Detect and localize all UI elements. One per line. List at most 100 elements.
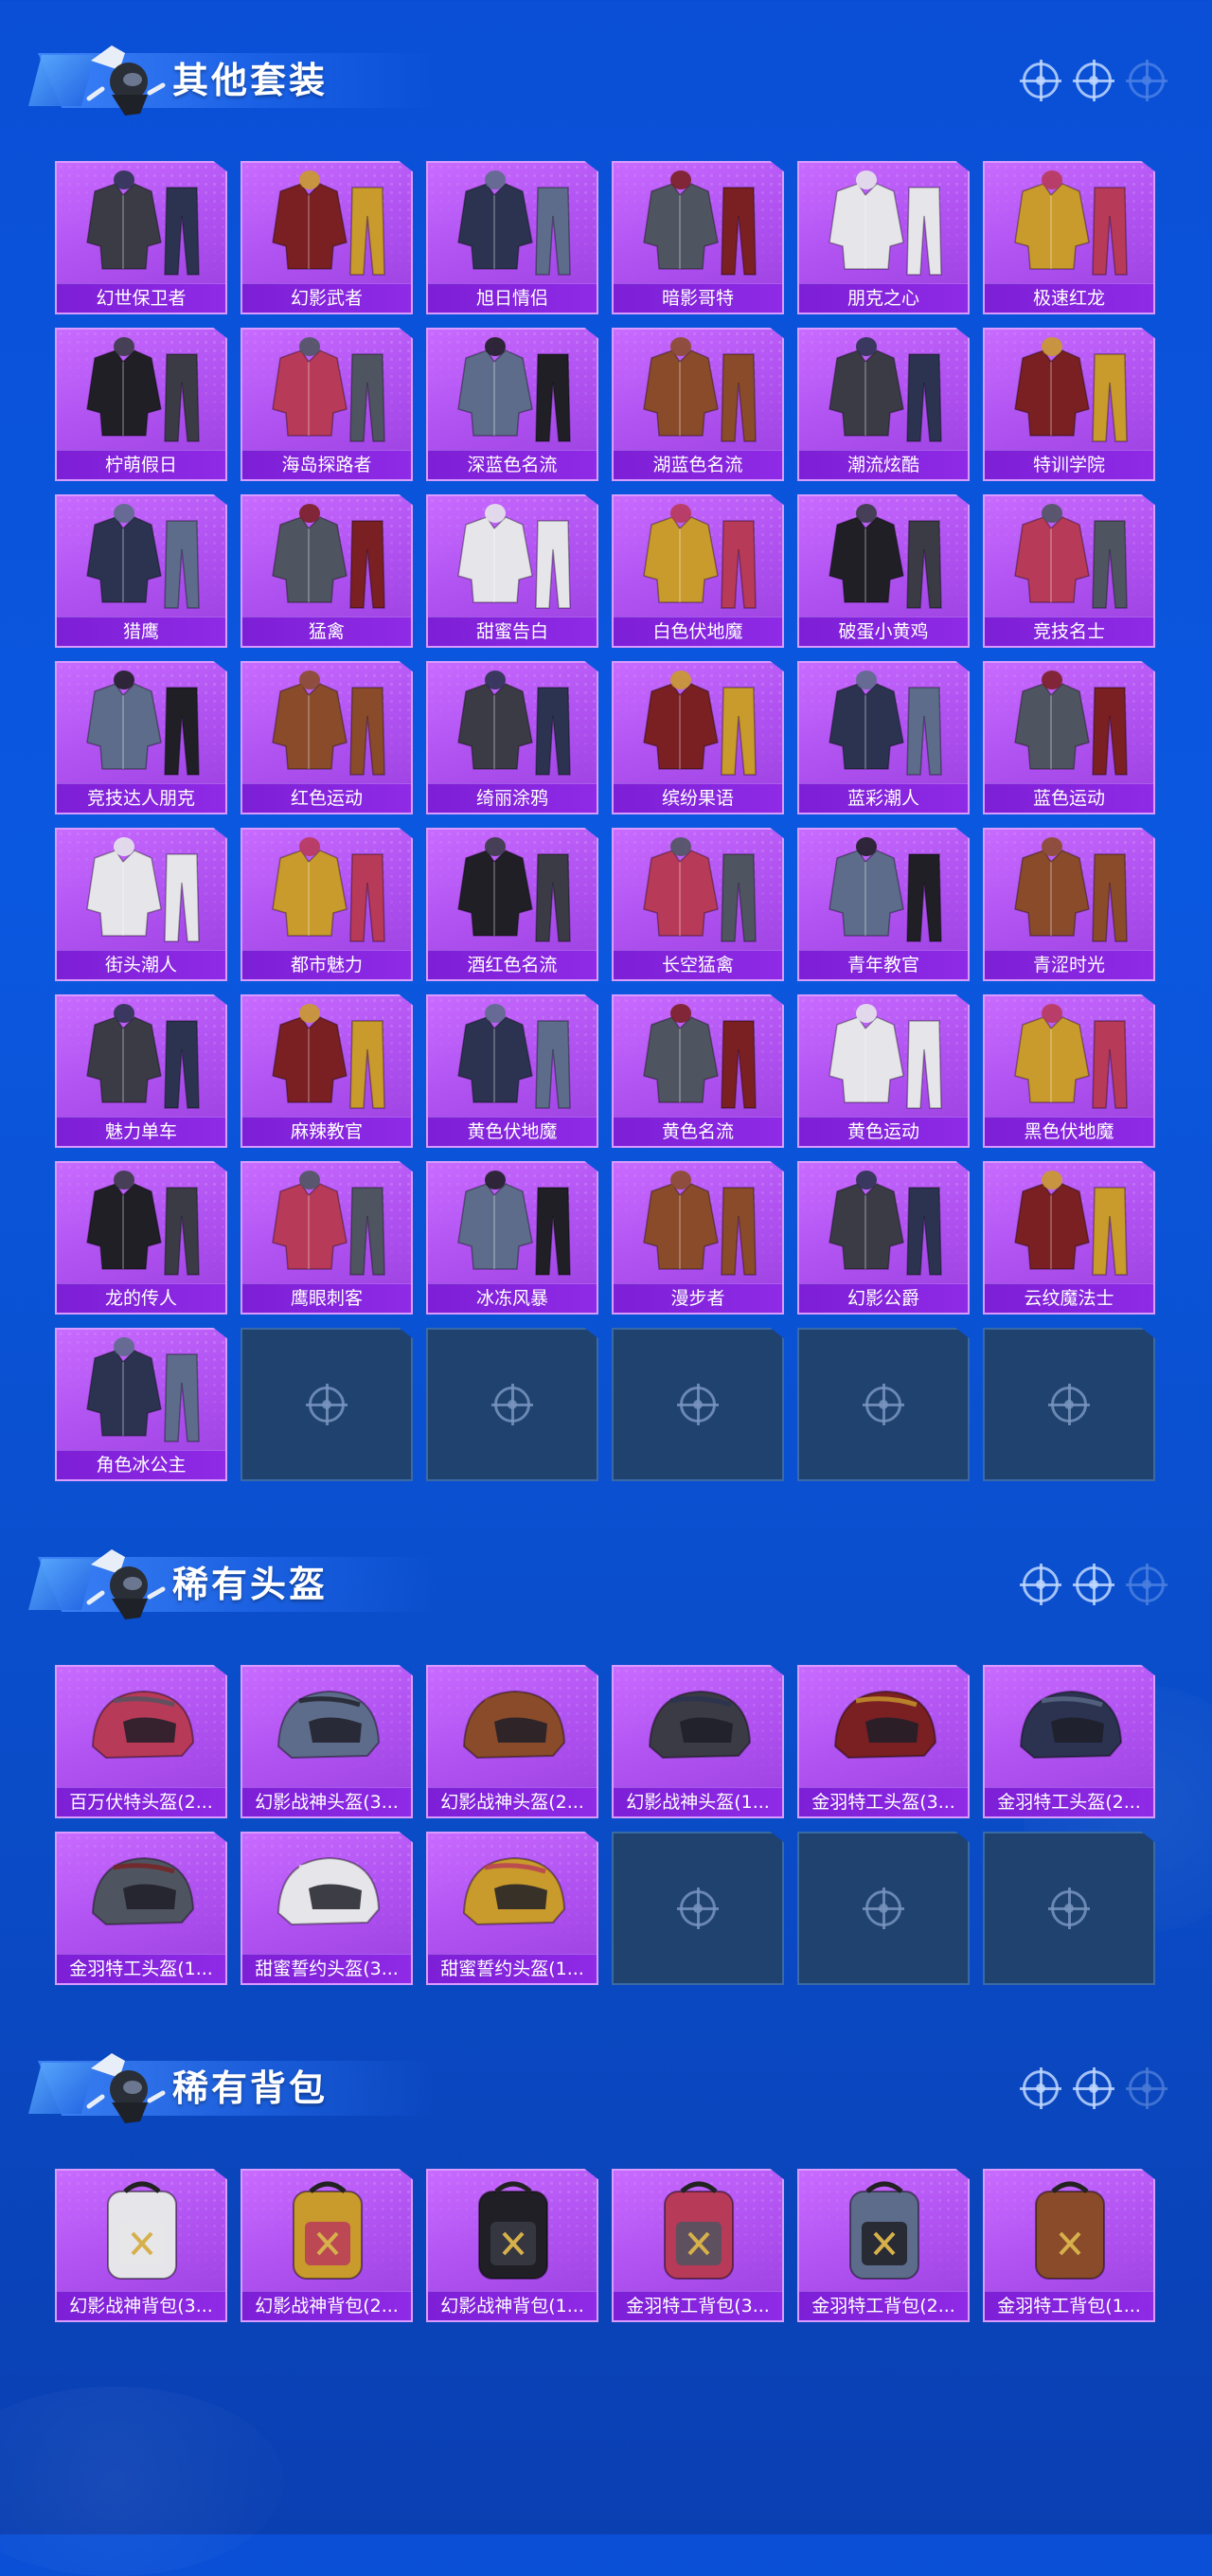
item-card[interactable]: 黑色伏地魔 — [983, 994, 1155, 1148]
item-card[interactable]: 云纹魔法士 — [983, 1161, 1155, 1315]
item-card[interactable]: 海岛探路者 — [241, 328, 413, 481]
item-card[interactable]: 旭日情侣 — [426, 161, 598, 314]
item-label: 金羽特工头盔(2... — [985, 1787, 1153, 1816]
item-card[interactable]: 破蛋小黄鸡 — [797, 494, 970, 648]
item-card[interactable]: 甜蜜誓约头盔(1... — [426, 1832, 598, 1985]
item-card[interactable]: 金羽特工背包(3... — [612, 2169, 784, 2322]
item-card[interactable]: 潮流炫酷 — [797, 328, 970, 481]
item-card[interactable]: 深蓝色名流 — [426, 328, 598, 481]
item-card[interactable]: 湖蓝色名流 — [612, 328, 784, 481]
section-header: 稀有背包 — [28, 2034, 1167, 2138]
item-card[interactable]: 鹰眼刺客 — [241, 1161, 413, 1315]
crosshair-icon — [863, 1887, 904, 1929]
item-card[interactable]: 缤纷果语 — [612, 661, 784, 814]
item-card[interactable]: 竞技达人朋克 — [55, 661, 227, 814]
item-label: 蓝色运动 — [985, 783, 1153, 813]
item-label: 红色运动 — [242, 783, 411, 813]
item-label: 潮流炫酷 — [799, 450, 968, 479]
item-label: 漫步者 — [614, 1283, 782, 1313]
item-card[interactable]: 酒红色名流 — [426, 828, 598, 981]
backpack-image — [664, 2181, 734, 2280]
outfit-image — [86, 1337, 200, 1442]
item-card[interactable]: 蓝彩潮人 — [797, 661, 970, 814]
item-card[interactable]: 冰冻风暴 — [426, 1161, 598, 1315]
item-card[interactable]: 猎鹰 — [55, 494, 227, 648]
item-card[interactable]: 黄色伏地魔 — [426, 994, 598, 1148]
crosshair-icon — [863, 1384, 904, 1425]
item-label: 麻辣教官 — [242, 1117, 411, 1146]
outfit-image — [86, 1004, 200, 1109]
empty-slot — [426, 1328, 598, 1481]
item-card[interactable]: 漫步者 — [612, 1161, 784, 1315]
item-card[interactable]: 竞技名士 — [983, 494, 1155, 648]
outfit-image — [457, 1004, 571, 1109]
item-card[interactable]: 金羽特工头盔(1... — [55, 1832, 227, 1985]
item-label: 黑色伏地魔 — [985, 1117, 1153, 1146]
helmet-image — [462, 1690, 566, 1760]
crosshair-icon — [1126, 60, 1167, 101]
item-card[interactable]: 金羽特工背包(2... — [797, 2169, 970, 2322]
crosshair-icon — [677, 1887, 719, 1929]
item-card[interactable]: 暗影哥特 — [612, 161, 784, 314]
item-card[interactable]: 幻影战神头盔(3... — [241, 1665, 413, 1818]
item-card[interactable]: 街头潮人 — [55, 828, 227, 981]
item-card[interactable]: 绮丽涂鸦 — [426, 661, 598, 814]
item-label: 黄色名流 — [614, 1117, 782, 1146]
item-label: 蓝彩潮人 — [799, 783, 968, 813]
item-card[interactable]: 金羽特工背包(1... — [983, 2169, 1155, 2322]
item-card[interactable]: 百万伏特头盔(2... — [55, 1665, 227, 1818]
item-card[interactable]: 长空猛禽 — [612, 828, 784, 981]
item-label: 黄色伏地魔 — [428, 1117, 597, 1146]
outfit-image — [643, 170, 757, 276]
item-label: 冰冻风暴 — [428, 1283, 597, 1313]
backpack-image — [478, 2181, 548, 2280]
item-card[interactable]: 金羽特工头盔(2... — [983, 1665, 1155, 1818]
parachute-character-icon — [74, 2040, 169, 2135]
helmet-image — [462, 1856, 566, 1926]
item-card[interactable]: 幻影公爵 — [797, 1161, 970, 1315]
outfit-image — [86, 671, 200, 776]
item-card[interactable]: 朋克之心 — [797, 161, 970, 314]
item-label: 特训学院 — [985, 450, 1153, 479]
item-card[interactable]: 都市魅力 — [241, 828, 413, 981]
item-card[interactable]: 幻影战神背包(1... — [426, 2169, 598, 2322]
item-card[interactable]: 极速红龙 — [983, 161, 1155, 314]
item-label: 幻影战神头盔(1... — [614, 1787, 782, 1816]
item-card[interactable]: 青年教官 — [797, 828, 970, 981]
item-card[interactable]: 幻影战神头盔(2... — [426, 1665, 598, 1818]
outfit-image — [1014, 170, 1128, 276]
outfit-image — [1014, 504, 1128, 609]
item-card[interactable]: 甜蜜誓约头盔(3... — [241, 1832, 413, 1985]
item-label: 极速红龙 — [985, 283, 1153, 313]
item-label: 金羽特工背包(3... — [614, 2291, 782, 2320]
item-card[interactable]: 麻辣教官 — [241, 994, 413, 1148]
item-card[interactable]: 特训学院 — [983, 328, 1155, 481]
item-card[interactable]: 黄色运动 — [797, 994, 970, 1148]
item-label: 百万伏特头盔(2... — [57, 1787, 225, 1816]
item-card[interactable]: 蓝色运动 — [983, 661, 1155, 814]
item-card[interactable]: 幻影战神头盔(1... — [612, 1665, 784, 1818]
item-card[interactable]: 幻影战神背包(2... — [241, 2169, 413, 2322]
outfit-image — [829, 337, 942, 442]
item-card[interactable]: 猛禽 — [241, 494, 413, 648]
empty-slot — [983, 1832, 1155, 1985]
item-card[interactable]: 柠萌假日 — [55, 328, 227, 481]
item-card[interactable]: 幻影战神背包(3... — [55, 2169, 227, 2322]
item-card[interactable]: 红色运动 — [241, 661, 413, 814]
item-card[interactable]: 龙的传人 — [55, 1161, 227, 1315]
item-card[interactable]: 幻影武者 — [241, 161, 413, 314]
item-label: 魅力单车 — [57, 1117, 225, 1146]
item-card[interactable]: 魅力单车 — [55, 994, 227, 1148]
outfit-image — [643, 337, 757, 442]
item-card[interactable]: 金羽特工头盔(3... — [797, 1665, 970, 1818]
outfit-image — [643, 504, 757, 609]
item-card[interactable]: 白色伏地魔 — [612, 494, 784, 648]
outfit-image — [643, 1004, 757, 1109]
item-card[interactable]: 幻世保卫者 — [55, 161, 227, 314]
item-card[interactable]: 青涩时光 — [983, 828, 1155, 981]
crosshair-icon — [1073, 2067, 1114, 2109]
item-card[interactable]: 角色冰公主 — [55, 1328, 227, 1481]
item-card[interactable]: 甜蜜告白 — [426, 494, 598, 648]
item-card[interactable]: 黄色名流 — [612, 994, 784, 1148]
item-label: 都市魅力 — [242, 950, 411, 979]
